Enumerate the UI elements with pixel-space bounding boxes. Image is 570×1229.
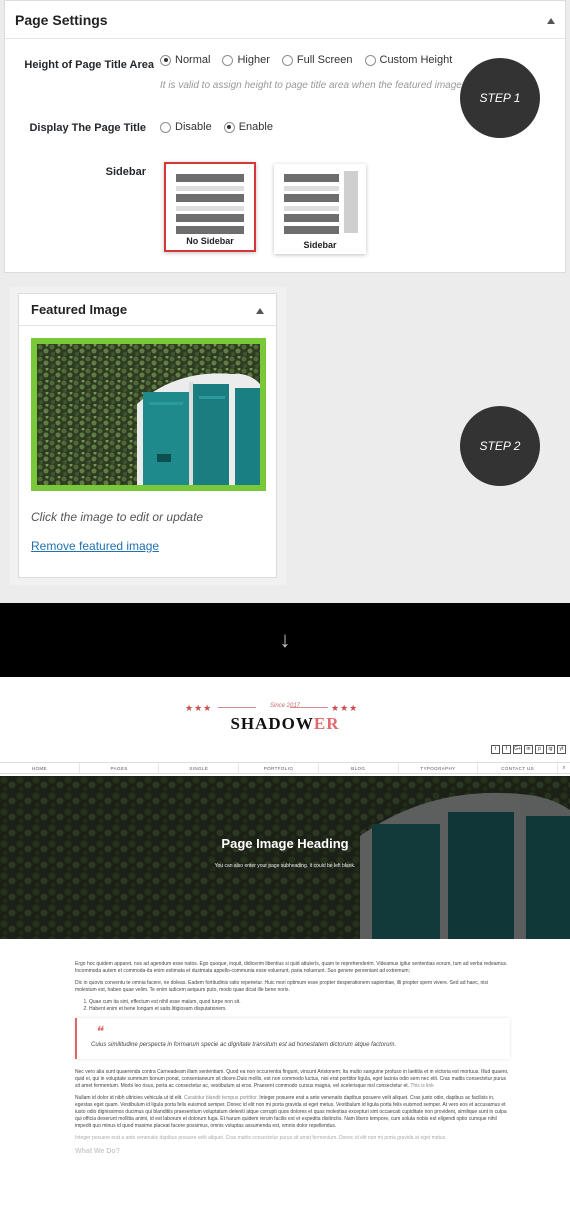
instagram-icon[interactable]: ig <box>546 745 555 754</box>
layout-no-sidebar-label: No Sidebar <box>186 236 234 246</box>
brand-divider <box>290 707 328 708</box>
paragraph: Ergo hoc quidem apparet, nos ad agendum … <box>75 961 508 974</box>
collapse-toggle-icon[interactable] <box>547 18 555 24</box>
googleplus-icon[interactable]: G+ <box>513 745 522 754</box>
youtube-icon[interactable]: yt <box>557 745 566 754</box>
layout-bar <box>176 186 244 191</box>
radio-disable[interactable]: Disable <box>160 121 212 133</box>
nav-single[interactable]: SINGLE <box>159 763 240 773</box>
main-nav: HOME PAGES SINGLE PORTFOLIO BLOG TYPOGRA… <box>0 762 570 774</box>
radio-circle[interactable] <box>222 54 234 66</box>
sidebar-label: Sidebar <box>105 166 146 178</box>
page-title-hero: Page Image Heading You can also enter yo… <box>0 776 570 939</box>
quote-text: Cuius similitudine perspecta in formarum… <box>91 1042 397 1048</box>
paragraph: Nec vero alia sunt quaerenda contra Carn… <box>75 1069 509 1089</box>
portable-toilets-photo <box>37 344 260 485</box>
inline-link[interactable]: This is link <box>410 1083 433 1089</box>
display-title-label: Display The Page Title <box>29 122 146 134</box>
featured-image-panel: Featured Image Click the image to edit o… <box>18 293 277 578</box>
layout-bar <box>284 206 339 211</box>
screenshot-canvas: Page Settings Height of Page Title Area … <box>0 0 570 1229</box>
layout-sidebar-option[interactable]: Sidebar <box>274 164 366 254</box>
layout-bar <box>176 226 244 234</box>
radio-circle[interactable] <box>160 121 171 133</box>
featured-image-thumbnail[interactable] <box>37 344 260 485</box>
radio-normal[interactable]: Normal <box>160 54 210 66</box>
page-content: Ergo hoc quidem apparet, nos ad agendum … <box>75 961 510 1155</box>
bottom-fade <box>0 1159 570 1229</box>
list-item: Habent enim et bene longam et satis liti… <box>89 1006 510 1013</box>
featured-image-frame[interactable] <box>31 338 266 491</box>
layout-bar <box>176 214 244 222</box>
blockquote: ❝ Cuius similitudine perspecta in formar… <box>75 1018 510 1059</box>
layout-no-sidebar-option[interactable]: No Sidebar <box>164 162 256 252</box>
layout-bar <box>284 174 339 182</box>
site-logo[interactable]: SHADOWER <box>0 714 570 734</box>
height-radio-group: Normal Higher Full Screen Custom Height <box>160 54 464 66</box>
hero-subtitle: You can also enter your page subheading.… <box>214 863 356 869</box>
hero-title: Page Image Heading <box>221 836 349 851</box>
hero-background-photo <box>0 776 570 939</box>
layout-bar <box>284 226 339 234</box>
nav-home[interactable]: HOME <box>0 763 80 773</box>
brand-since: Since 2017 <box>269 703 301 709</box>
linkedin-icon[interactable]: in <box>524 745 533 754</box>
radio-enable[interactable]: Enable <box>223 121 273 133</box>
down-arrow-icon: ↓ <box>279 627 291 652</box>
step-1-badge: STEP 1 <box>460 58 540 138</box>
page-settings-header[interactable]: Page Settings <box>5 1 565 39</box>
layout-bar <box>176 174 244 182</box>
layout-bar <box>284 194 339 202</box>
display-title-radio-group: Disable Enable <box>160 121 285 133</box>
radio-custom-height[interactable]: Custom Height <box>364 54 452 66</box>
radio-circle[interactable] <box>160 54 171 66</box>
nav-portfolio[interactable]: PORTFOLIO <box>239 763 319 773</box>
nav-typography[interactable]: TYPOGRAPHY <box>399 763 479 773</box>
social-icons: t f G+ in p ig yt <box>489 745 566 754</box>
radio-circle[interactable] <box>364 54 376 66</box>
collapse-toggle-icon[interactable] <box>256 308 264 314</box>
featured-image-caption: Click the image to edit or update <box>31 510 204 524</box>
featured-image-wrapper: Featured Image Click the image to edit o… <box>10 287 286 585</box>
inline-link[interactable]: Curabitur blandit tempus porttitor. <box>184 1095 258 1101</box>
ordered-list: Quae cum ita sint, effectum est nihil es… <box>89 999 510 1013</box>
layout-bar <box>176 206 244 211</box>
pinterest-icon[interactable]: p <box>535 745 544 754</box>
radio-circle[interactable] <box>281 54 293 66</box>
quote-mark-icon: ❝ <box>95 1025 103 1040</box>
radio-circle[interactable] <box>223 121 235 133</box>
nav-blog[interactable]: BLOG <box>319 763 399 773</box>
layout-bar <box>284 186 339 191</box>
section-heading: What We Do? <box>75 1148 120 1155</box>
paragraph: Dic in quovis conventu te omnia facere, … <box>75 980 488 993</box>
site-preview: ★★★ Since 2017 ★★★ SHADOWER t f G+ in p … <box>0 677 570 1229</box>
facebook-icon[interactable]: f <box>502 745 511 754</box>
nav-pages[interactable]: PAGES <box>80 763 160 773</box>
layout-sidebar-column <box>344 171 358 233</box>
radio-higher[interactable]: Higher <box>222 54 270 66</box>
layout-bar <box>284 214 339 222</box>
remove-featured-image-link[interactable]: Remove featured image <box>31 539 159 553</box>
paragraph: Integer posuere erat a ante venenatis da… <box>75 1135 447 1141</box>
transition-band: ↓ <box>0 603 570 677</box>
search-icon[interactable]: ⌕ <box>558 765 570 772</box>
page-settings-title: Page Settings <box>15 11 108 28</box>
page-settings-panel: Page Settings Height of Page Title Area … <box>4 0 566 273</box>
paragraph: Nullam id dolor id nibh ultricies vehicu… <box>75 1095 507 1129</box>
layout-sidebar-label: Sidebar <box>303 240 337 250</box>
twitter-icon[interactable]: t <box>491 745 500 754</box>
step-2-badge: STEP 2 <box>460 406 540 486</box>
radio-full-screen[interactable]: Full Screen <box>281 54 353 66</box>
list-item: Quae cum ita sint, effectum est nihil es… <box>89 999 510 1006</box>
nav-contact-us[interactable]: CONTACT US <box>478 763 559 773</box>
layout-bar <box>176 194 244 202</box>
height-title-area-label: Height of Page Title Area <box>24 59 154 71</box>
stars-right-icon: ★★★ <box>331 703 359 713</box>
featured-image-header[interactable]: Featured Image <box>19 294 276 326</box>
